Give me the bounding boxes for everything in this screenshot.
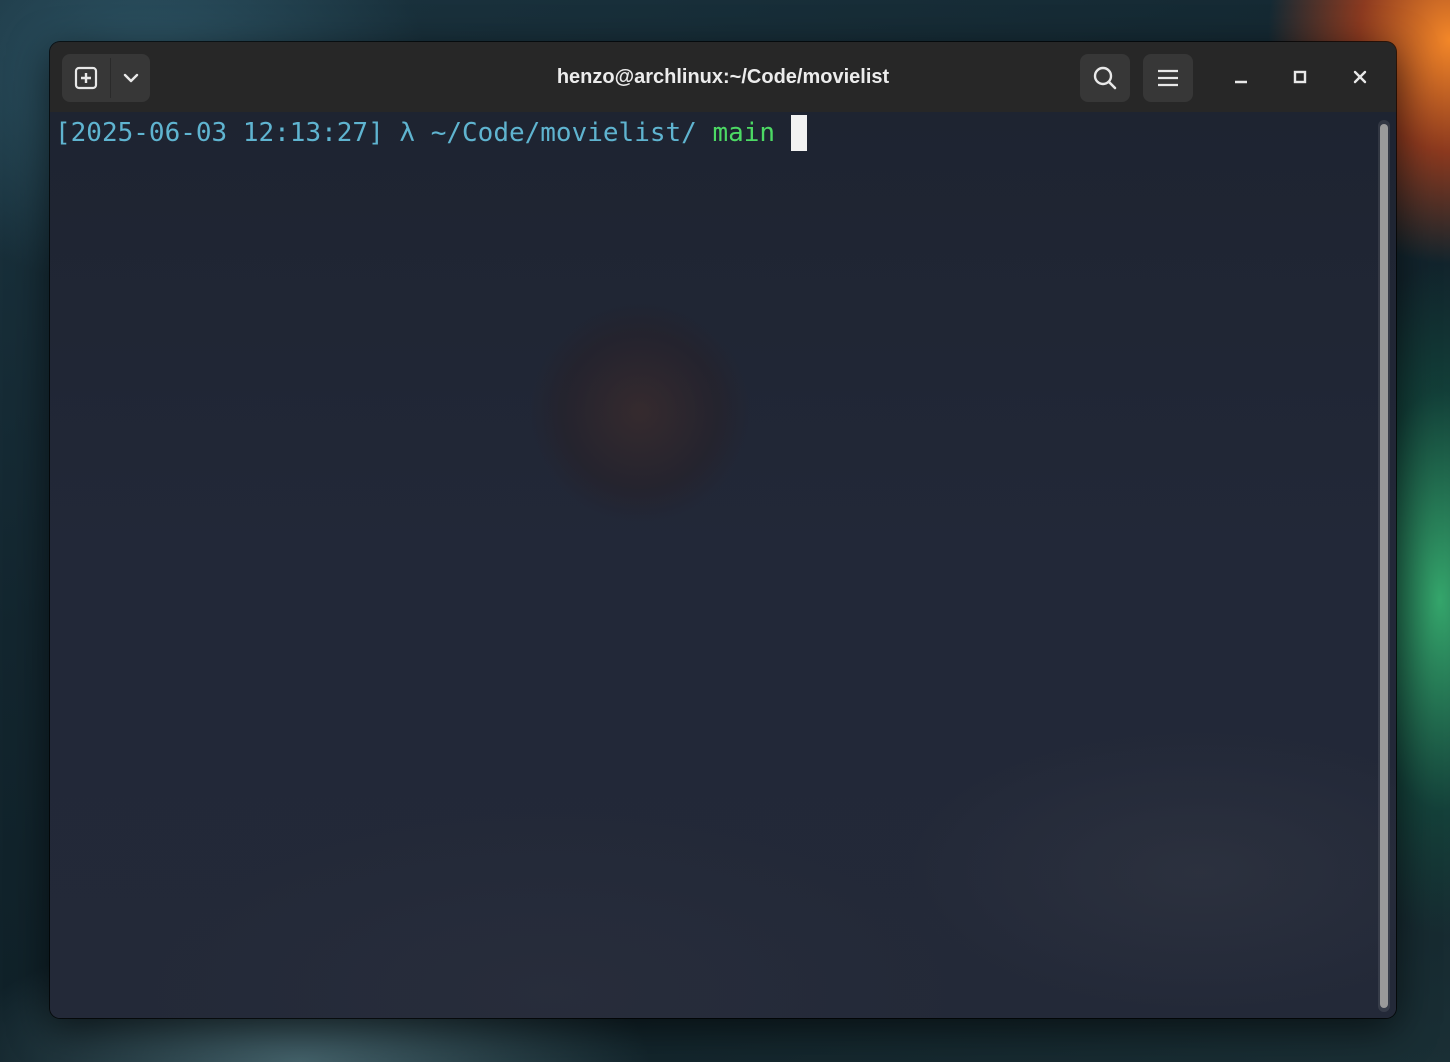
- terminal-area[interactable]: [2025-06-03 12:13:27] λ ~/Code/movielist…: [50, 112, 1396, 1018]
- search-button[interactable]: [1080, 54, 1130, 102]
- titlebar: henzo@archlinux:~/Code/movielist: [50, 42, 1396, 113]
- maximize-button[interactable]: [1283, 60, 1317, 94]
- close-icon: [1353, 70, 1367, 84]
- text-cursor: [791, 115, 808, 151]
- search-icon: [1093, 66, 1117, 90]
- prompt-path: ~/Code/movielist/: [430, 118, 697, 148]
- scrollbar-thumb[interactable]: [1380, 124, 1388, 1008]
- prompt-git-branch: main: [712, 118, 776, 148]
- prompt-timestamp: [2025-06-03 12:13:27]: [55, 118, 384, 148]
- main-menu-button[interactable]: [1143, 54, 1193, 102]
- window-title: henzo@archlinux:~/Code/movielist: [556, 65, 890, 88]
- terminal-window: henzo@archlinux:~/Code/movielist [2025-0…: [50, 42, 1396, 1018]
- prompt-symbol: λ: [399, 118, 416, 148]
- hamburger-menu-icon: [1158, 69, 1178, 87]
- prompt-line: [2025-06-03 12:13:27] λ ~/Code/movielist…: [55, 115, 808, 151]
- maximize-icon: [1293, 70, 1307, 84]
- minimize-button[interactable]: [1224, 60, 1258, 94]
- close-button[interactable]: [1343, 60, 1377, 94]
- chevron-down-icon: [123, 73, 138, 83]
- tab-menu-button[interactable]: [111, 54, 150, 102]
- scrollbar[interactable]: [1378, 120, 1390, 1012]
- plus-square-icon: [74, 66, 98, 90]
- tab-button-group: [62, 54, 150, 102]
- minimize-icon: [1235, 80, 1247, 84]
- new-tab-button[interactable]: [62, 54, 110, 102]
